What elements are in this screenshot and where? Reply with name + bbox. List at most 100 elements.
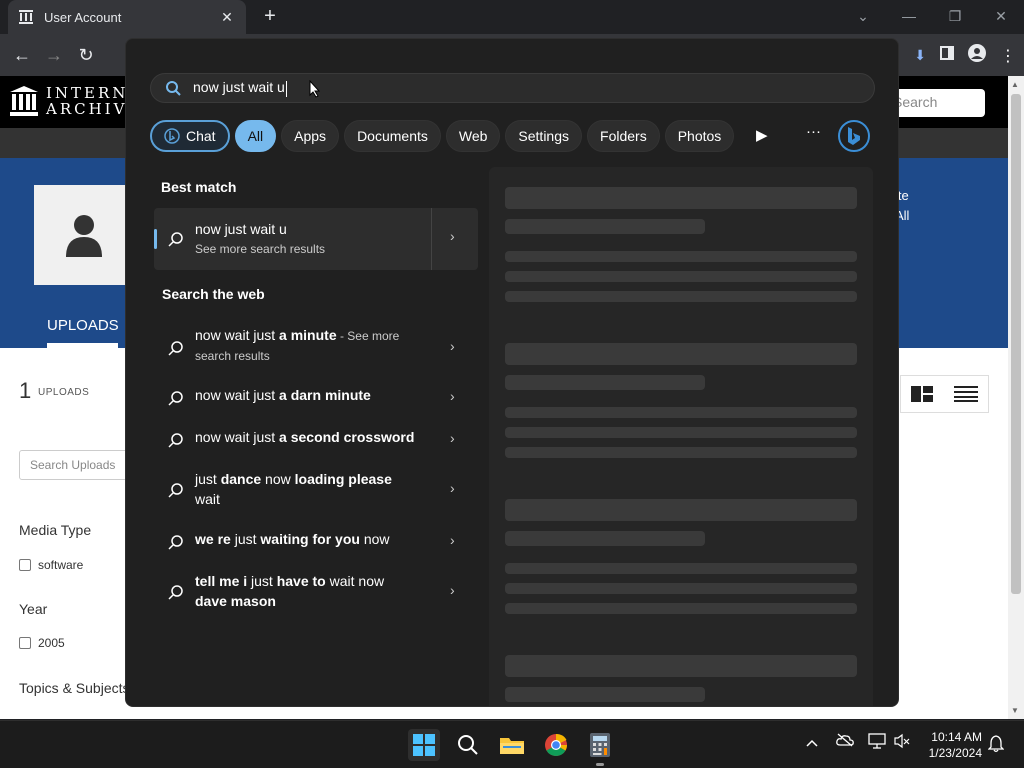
filter-photos[interactable]: Photos [664,120,735,152]
calculator-icon [590,733,610,757]
scrollbar-thumb[interactable] [1011,94,1021,594]
clock-time: 10:14 AM [931,730,982,744]
skeleton-block [505,531,705,546]
filter-settings[interactable]: Settings [505,120,583,152]
search-uploads-input[interactable]: Search Uploads [19,450,139,480]
web-result[interactable]: now wait just a second crossword › [154,425,478,455]
tab-search-icon[interactable]: ⌄ [840,8,886,25]
filter-apps[interactable]: Apps [281,120,340,152]
reload-icon[interactable]: ↻ [74,44,98,68]
skeleton-block [505,563,857,574]
skeleton-block [505,687,705,702]
notification-bell-icon[interactable] [987,735,1005,756]
skeleton-block [505,375,705,390]
chevron-right-icon[interactable]: › [450,532,455,548]
scroll-up-icon[interactable]: ▲ [1011,80,1019,89]
file-explorer-button[interactable] [496,729,528,761]
search-result-icon [168,391,183,406]
facet-item-2005[interactable]: 2005 [19,636,65,650]
chrome-button[interactable] [540,729,572,761]
calculator-button[interactable] [584,729,616,761]
chevron-up-icon[interactable] [806,735,818,750]
chevron-right-icon[interactable]: › [450,582,455,598]
sidepanel-icon[interactable] [940,46,954,65]
tile-view-icon[interactable] [911,386,934,402]
chevron-right-icon[interactable]: › [450,228,455,244]
web-result[interactable]: we re just waiting for you now › [154,527,478,557]
chevron-right-icon[interactable]: › [450,430,455,446]
avatar [34,185,134,285]
back-icon[interactable]: ← [10,44,34,68]
windows-search-input[interactable]: now just wait u [150,73,875,103]
filter-web[interactable]: Web [445,120,501,152]
list-view-icon[interactable] [953,386,978,402]
forward-icon[interactable]: → [42,44,66,68]
search-result-icon [168,341,183,356]
result-bold: a minute [279,327,337,343]
archive-search-input[interactable]: Search [885,89,985,117]
start-button[interactable] [408,729,440,761]
filter-folders[interactable]: Folders [587,120,660,152]
menu-icon[interactable]: ⋮ [1000,46,1016,66]
search-result-icon [168,433,183,448]
download-icon[interactable]: ⬇ [914,47,926,64]
volume-muted-icon[interactable] [894,733,910,752]
scroll-down-icon[interactable]: ▼ [1011,706,1019,715]
web-result[interactable]: tell me i just have to wait now dave mas… [154,569,478,615]
browser-tab[interactable]: User Account ✕ [8,0,246,34]
web-result[interactable]: now wait just a darn minute › [154,383,478,413]
checkbox[interactable] [19,637,31,649]
chevron-right-icon[interactable]: › [450,388,455,404]
search-icon [166,81,181,96]
filter-chat[interactable]: Chat [150,120,230,152]
upload-count: 1 [19,378,32,403]
chevron-right-icon[interactable]: › [450,480,455,496]
result-bold: waiting for you [260,531,360,547]
result-line2: wait [195,491,220,507]
taskbar-clock[interactable]: 10:14 AM 1/23/2024 [920,729,982,761]
page-scrollbar[interactable]: ▲ ▼ [1008,76,1024,719]
running-indicator [596,763,604,766]
search-result-icon [168,232,183,247]
clock-date: 1/23/2024 [928,746,982,760]
view-toggle [900,375,989,413]
filter-documents[interactable]: Documents [344,120,441,152]
web-result[interactable]: now wait just a minute - See more search… [154,323,478,373]
bing-chat-icon [164,128,180,144]
folder-icon [500,738,524,754]
search-icon [458,735,478,755]
result-text: now wait just [195,327,280,343]
bing-button[interactable] [838,120,870,152]
onedrive-offline-icon[interactable] [836,733,854,750]
taskbar-search-button[interactable] [452,729,484,761]
network-icon[interactable] [868,733,886,752]
skeleton-block [505,271,857,282]
text-caret [285,80,287,97]
checkbox[interactable] [19,559,31,571]
facet-item-software[interactable]: software [19,558,83,572]
chevron-right-icon[interactable]: › [450,338,455,354]
filter-label: Chat [186,128,216,144]
best-match-heading: Best match [161,179,237,195]
search-query: now just wait u [193,79,287,97]
result-tail: now [261,471,295,487]
best-match-result[interactable]: now just wait u See more search results … [154,208,478,270]
profile-icon[interactable] [968,44,986,67]
result-bold: a darn minute [279,387,371,403]
tab-uploads[interactable]: UPLOADS [47,317,119,334]
new-tab-button[interactable]: + [258,5,282,28]
restore-icon[interactable]: ❐ [932,8,978,25]
filter-bar: Chat All Apps Documents Web Settings Fol… [150,120,735,152]
window-close-icon[interactable]: ✕ [978,8,1024,25]
filter-all[interactable]: All [234,120,277,152]
preview-pane-loading [489,167,873,706]
more-filters-play-icon[interactable]: ▶ [756,126,768,144]
close-tab-icon[interactable]: ✕ [218,9,236,26]
more-options-icon[interactable]: ··· [806,123,821,140]
skeleton-block [505,251,857,262]
minimize-icon[interactable]: — [886,8,932,24]
web-result[interactable]: just dance now loading please wait › [154,467,478,513]
facet-title-topics: Topics & Subjects [19,680,130,696]
skeleton-block [505,187,857,209]
result-line2: search results [195,349,270,363]
